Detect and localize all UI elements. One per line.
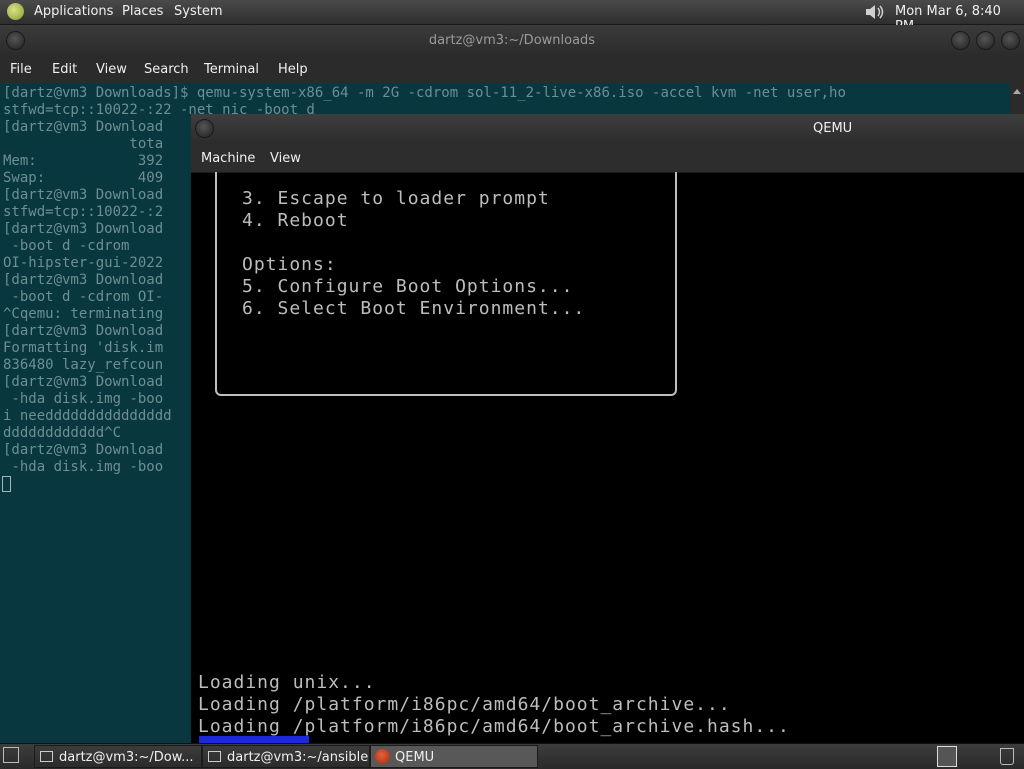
boot-option-4: 4. Reboot xyxy=(242,210,349,231)
qemu-window-menu-button[interactable] xyxy=(195,119,214,138)
qemu-titlebar[interactable]: QEMU xyxy=(191,114,1024,144)
maximize-button[interactable] xyxy=(976,31,995,50)
terminal-line: [dartz@vm3 Download xyxy=(3,221,164,237)
terminal-menubar: File Edit View Search Terminal Help xyxy=(0,56,1024,83)
qemu-menubar: Machine View xyxy=(191,144,1024,173)
terminal-icon xyxy=(208,751,221,762)
top-panel: Applications Places System Mon Mar 6, 8:… xyxy=(0,0,1024,34)
qemu-window[interactable]: QEMU Machine View 3. Escape to loader pr… xyxy=(191,114,1024,743)
menu-view[interactable]: View xyxy=(270,151,301,166)
menu-view[interactable]: View xyxy=(96,62,127,77)
menu-machine[interactable]: Machine xyxy=(201,151,255,166)
terminal-line: 836480 lazy_refcoun xyxy=(3,357,164,373)
boot-option-3: 3. Escape to loader prompt xyxy=(242,188,550,209)
qemu-title: QEMU xyxy=(813,121,853,136)
task-terminal-downloads[interactable]: dartz@vm3:~/Dow... xyxy=(34,745,202,768)
boot-option-5: 5. Configure Boot Options... xyxy=(242,276,574,297)
trash-icon[interactable] xyxy=(1000,748,1014,765)
terminal-titlebar[interactable]: dartz@vm3:~/Downloads xyxy=(0,25,1024,56)
menu-edit[interactable]: Edit xyxy=(52,62,77,77)
terminal-icon xyxy=(40,751,53,762)
bottom-panel: dartz@vm3:~/Dow... dartz@vm3:~/ansible Q… xyxy=(0,743,1024,769)
terminal-line: dddddddddddd^C xyxy=(3,425,122,441)
terminal-line: Formatting 'disk.im xyxy=(3,340,164,356)
terminal-line: [dartz@vm3 Download xyxy=(3,272,164,288)
applications-menu[interactable]: Applications xyxy=(34,4,113,19)
terminal-line: -hda disk.img -boo xyxy=(3,391,164,407)
close-button[interactable] xyxy=(1001,31,1020,50)
boot-option-6: 6. Select Boot Environment... xyxy=(242,298,586,319)
system-menu[interactable]: System xyxy=(174,4,222,19)
task-label: dartz@vm3:~/ansible xyxy=(227,750,369,765)
volume-icon[interactable] xyxy=(864,3,886,21)
terminal-line: [dartz@vm3 Download xyxy=(3,442,164,458)
terminal-line: ^Cqemu: terminating xyxy=(3,306,164,322)
minimize-button[interactable] xyxy=(951,31,970,50)
terminal-line: [dartz@vm3 Downloads]$ qemu-system-x86_6… xyxy=(3,85,846,101)
task-label: QEMU xyxy=(395,750,435,765)
menu-search[interactable]: Search xyxy=(144,62,189,77)
terminal-title: dartz@vm3:~/Downloads xyxy=(428,33,596,48)
task-label: dartz@vm3:~/Dow... xyxy=(59,750,194,765)
loading-line: Loading /platform/i86pc/amd64/boot_archi… xyxy=(198,694,731,715)
terminal-line: [dartz@vm3 Download xyxy=(3,323,164,339)
terminal-line: -boot d -cdrom OI- xyxy=(3,289,164,305)
terminal-line: [dartz@vm3 Download xyxy=(3,374,164,390)
scroll-up-icon[interactable] xyxy=(1010,86,1024,96)
terminal-line: [dartz@vm3 Download xyxy=(3,187,164,203)
terminal-line: tota xyxy=(3,136,164,152)
window-menu-button[interactable] xyxy=(6,31,25,50)
places-menu[interactable]: Places xyxy=(122,4,163,19)
task-terminal-ansible[interactable]: dartz@vm3:~/ansible xyxy=(202,745,370,768)
menu-help[interactable]: Help xyxy=(278,62,308,77)
terminal-cursor xyxy=(2,476,11,492)
progress-bar xyxy=(199,736,309,743)
terminal-line: OI-hipster-gui-2022 xyxy=(3,255,164,271)
loading-line: Loading unix... xyxy=(198,672,376,693)
boot-options-heading: Options: xyxy=(242,254,337,275)
terminal-line: -hda disk.img -boo xyxy=(3,459,164,475)
show-desktop-icon[interactable] xyxy=(3,747,19,763)
task-qemu[interactable]: QEMU xyxy=(370,745,538,768)
menu-terminal[interactable]: Terminal xyxy=(204,62,259,77)
terminal-line: [dartz@vm3 Download xyxy=(3,119,164,135)
terminal-line: Mem: 392 xyxy=(3,153,164,169)
loading-line: Loading /platform/i86pc/amd64/boot_archi… xyxy=(198,716,790,737)
terminal-line: Swap: 409 xyxy=(3,170,164,186)
workspace-switcher[interactable] xyxy=(937,746,957,767)
gnome-foot-icon[interactable] xyxy=(7,3,24,20)
terminal-line: -boot d -cdrom xyxy=(3,238,138,254)
terminal-line: i needdddddddddddddd xyxy=(3,408,172,424)
qemu-icon xyxy=(375,749,390,764)
menu-file[interactable]: File xyxy=(10,62,32,77)
terminal-line: stfwd=tcp::10022-:2 xyxy=(3,204,164,220)
